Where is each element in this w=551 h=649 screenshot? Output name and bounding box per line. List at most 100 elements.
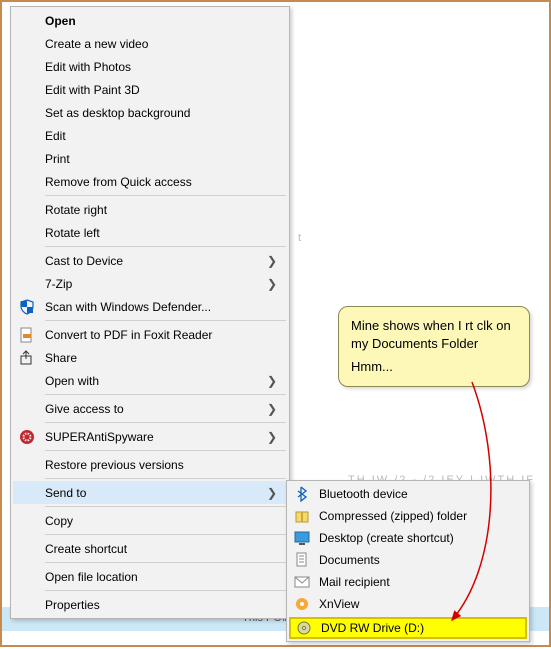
menu-item-edit[interactable]: Edit bbox=[13, 124, 287, 147]
mail-icon bbox=[289, 571, 315, 594]
send-to-submenu: Bluetooth device Compressed (zipped) fold… bbox=[286, 480, 530, 642]
blank-icon bbox=[13, 537, 41, 560]
menu-item-rotate-left[interactable]: Rotate left bbox=[13, 221, 287, 244]
menu-separator bbox=[45, 590, 286, 591]
menu-separator bbox=[45, 562, 286, 563]
menu-item-label: Edit with Paint 3D bbox=[41, 83, 267, 97]
menu-item-share[interactable]: Share bbox=[13, 346, 287, 369]
menu-separator bbox=[45, 394, 286, 395]
menu-separator bbox=[45, 534, 286, 535]
blank-icon bbox=[13, 32, 41, 55]
submenu-item-desktop-create-shortcut[interactable]: Desktop (create shortcut) bbox=[289, 527, 527, 549]
blank-icon bbox=[13, 101, 41, 124]
blank-icon bbox=[13, 272, 41, 295]
callout-line1: Mine shows when I rt clk on my Documents… bbox=[351, 317, 517, 352]
menu-item-remove-from-quick-access[interactable]: Remove from Quick access bbox=[13, 170, 287, 193]
blank-icon bbox=[13, 453, 41, 476]
menu-item-label: Rotate right bbox=[41, 203, 267, 217]
menu-item-edit-with-photos[interactable]: Edit with Photos bbox=[13, 55, 287, 78]
menu-item-set-as-desktop-background[interactable]: Set as desktop background bbox=[13, 101, 287, 124]
menu-item-label: Share bbox=[41, 351, 267, 365]
blank-icon bbox=[13, 221, 41, 244]
submenu-arrow-icon: ❯ bbox=[267, 374, 281, 388]
menu-item-label: Set as desktop background bbox=[41, 106, 267, 120]
submenu-item-label: Mail recipient bbox=[315, 575, 521, 589]
menu-item-send-to[interactable]: Send to❯ bbox=[13, 481, 287, 504]
blank-icon bbox=[13, 124, 41, 147]
blank-icon bbox=[13, 9, 41, 32]
blank-icon bbox=[13, 55, 41, 78]
menu-item-label: Create a new video bbox=[41, 37, 267, 51]
submenu-item-label: Desktop (create shortcut) bbox=[315, 531, 521, 545]
blank-icon bbox=[13, 170, 41, 193]
xnview-icon bbox=[289, 593, 315, 616]
blank-icon bbox=[13, 369, 41, 392]
menu-item-give-access-to[interactable]: Give access to❯ bbox=[13, 397, 287, 420]
menu-item-convert-to-pdf-in-foxit-reader[interactable]: Convert to PDF in Foxit Reader bbox=[13, 323, 287, 346]
menu-item-cast-to-device[interactable]: Cast to Device❯ bbox=[13, 249, 287, 272]
blank-icon bbox=[13, 481, 41, 504]
menu-item-label: Restore previous versions bbox=[41, 458, 267, 472]
blank-icon bbox=[13, 397, 41, 420]
sas-icon bbox=[13, 425, 41, 448]
submenu-arrow-icon: ❯ bbox=[267, 254, 281, 268]
menu-item-edit-with-paint-3d[interactable]: Edit with Paint 3D bbox=[13, 78, 287, 101]
menu-item-7-zip[interactable]: 7-Zip❯ bbox=[13, 272, 287, 295]
menu-item-open-with[interactable]: Open with❯ bbox=[13, 369, 287, 392]
defender-icon bbox=[13, 295, 41, 318]
annotation-callout: Mine shows when I rt clk on my Documents… bbox=[338, 306, 530, 387]
menu-item-label: Cast to Device bbox=[41, 254, 267, 268]
submenu-arrow-icon: ❯ bbox=[267, 277, 281, 291]
menu-item-copy[interactable]: Copy bbox=[13, 509, 287, 532]
menu-item-label: Properties bbox=[41, 598, 267, 612]
menu-item-properties[interactable]: Properties bbox=[13, 593, 287, 616]
submenu-arrow-icon: ❯ bbox=[267, 402, 281, 416]
submenu-item-label: Documents bbox=[315, 553, 521, 567]
submenu-item-xnview[interactable]: XnView bbox=[289, 593, 527, 615]
menu-item-label: 7-Zip bbox=[41, 277, 267, 291]
submenu-item-documents[interactable]: Documents bbox=[289, 549, 527, 571]
blank-icon bbox=[13, 509, 41, 532]
menu-item-open-file-location[interactable]: Open file location bbox=[13, 565, 287, 588]
submenu-item-label: Bluetooth device bbox=[315, 487, 521, 501]
menu-item-label: Open file location bbox=[41, 570, 267, 584]
submenu-item-compressed-zipped-folder[interactable]: Compressed (zipped) folder bbox=[289, 505, 527, 527]
submenu-item-mail-recipient[interactable]: Mail recipient bbox=[289, 571, 527, 593]
menu-item-open[interactable]: Open bbox=[13, 9, 287, 32]
context-menu: Open Create a new video Edit with Photos Ed… bbox=[10, 6, 290, 619]
menu-separator bbox=[45, 195, 286, 196]
menu-item-rotate-right[interactable]: Rotate right bbox=[13, 198, 287, 221]
zip-icon bbox=[289, 505, 315, 528]
submenu-item-label: Compressed (zipped) folder bbox=[315, 509, 521, 523]
menu-item-label: Copy bbox=[41, 514, 267, 528]
menu-separator bbox=[45, 422, 286, 423]
submenu-item-bluetooth-device[interactable]: Bluetooth device bbox=[289, 483, 527, 505]
menu-item-label: Convert to PDF in Foxit Reader bbox=[41, 328, 267, 342]
blank-icon bbox=[13, 147, 41, 170]
menu-item-label: Open bbox=[41, 14, 267, 28]
menu-item-label: SUPERAntiSpyware bbox=[41, 430, 267, 444]
submenu-item-label: XnView bbox=[315, 597, 521, 611]
submenu-item-label: DVD RW Drive (D:) bbox=[317, 621, 519, 635]
bg-text: t bbox=[298, 232, 301, 244]
menu-item-label: Create shortcut bbox=[41, 542, 267, 556]
menu-item-print[interactable]: Print bbox=[13, 147, 287, 170]
menu-item-create-shortcut[interactable]: Create shortcut bbox=[13, 537, 287, 560]
menu-item-label: Rotate left bbox=[41, 226, 267, 240]
blank-icon bbox=[13, 593, 41, 616]
menu-item-label: Print bbox=[41, 152, 267, 166]
menu-item-restore-previous-versions[interactable]: Restore previous versions bbox=[13, 453, 287, 476]
menu-item-superantispyware[interactable]: SUPERAntiSpyware❯ bbox=[13, 425, 287, 448]
menu-separator bbox=[45, 506, 286, 507]
blank-icon bbox=[13, 78, 41, 101]
menu-item-scan-with-windows-defender[interactable]: Scan with Windows Defender... bbox=[13, 295, 287, 318]
desktop-icon bbox=[289, 527, 315, 550]
submenu-item-dvd-rw-drive[interactable]: DVD RW Drive (D:) bbox=[289, 617, 527, 639]
menu-item-label: Open with bbox=[41, 374, 267, 388]
menu-item-label: Send to bbox=[41, 486, 267, 500]
menu-separator bbox=[45, 246, 286, 247]
menu-separator bbox=[45, 450, 286, 451]
bluetooth-icon bbox=[289, 483, 315, 506]
menu-item-label: Give access to bbox=[41, 402, 267, 416]
menu-item-create-a-new-video[interactable]: Create a new video bbox=[13, 32, 287, 55]
